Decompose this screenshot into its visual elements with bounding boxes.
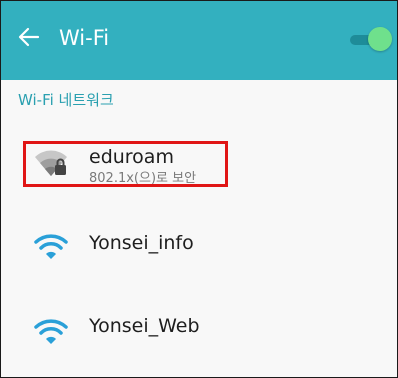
wifi-icon bbox=[34, 234, 68, 259]
toggle-thumb bbox=[368, 27, 392, 51]
network-item-yonsei-info[interactable]: Yonsei_info bbox=[1, 219, 397, 275]
section-header: Wi-Fi 네트워크 bbox=[18, 91, 114, 109]
arrow-left-icon[interactable] bbox=[16, 24, 42, 50]
screen-frame: Wi-Fi Wi-Fi 네트워크 eduroam 802.1x(으)로 보안 Y… bbox=[0, 0, 398, 378]
network-name: Yonsei_Web bbox=[89, 315, 200, 337]
app-bar: Wi-Fi bbox=[1, 1, 397, 80]
network-name: Yonsei_info bbox=[89, 232, 194, 254]
network-item-yonsei-web[interactable]: Yonsei_Web bbox=[1, 304, 397, 360]
wifi-toggle[interactable] bbox=[350, 27, 394, 51]
highlight-box bbox=[23, 141, 228, 187]
page-title: Wi-Fi bbox=[59, 26, 110, 50]
wifi-icon bbox=[34, 319, 68, 344]
